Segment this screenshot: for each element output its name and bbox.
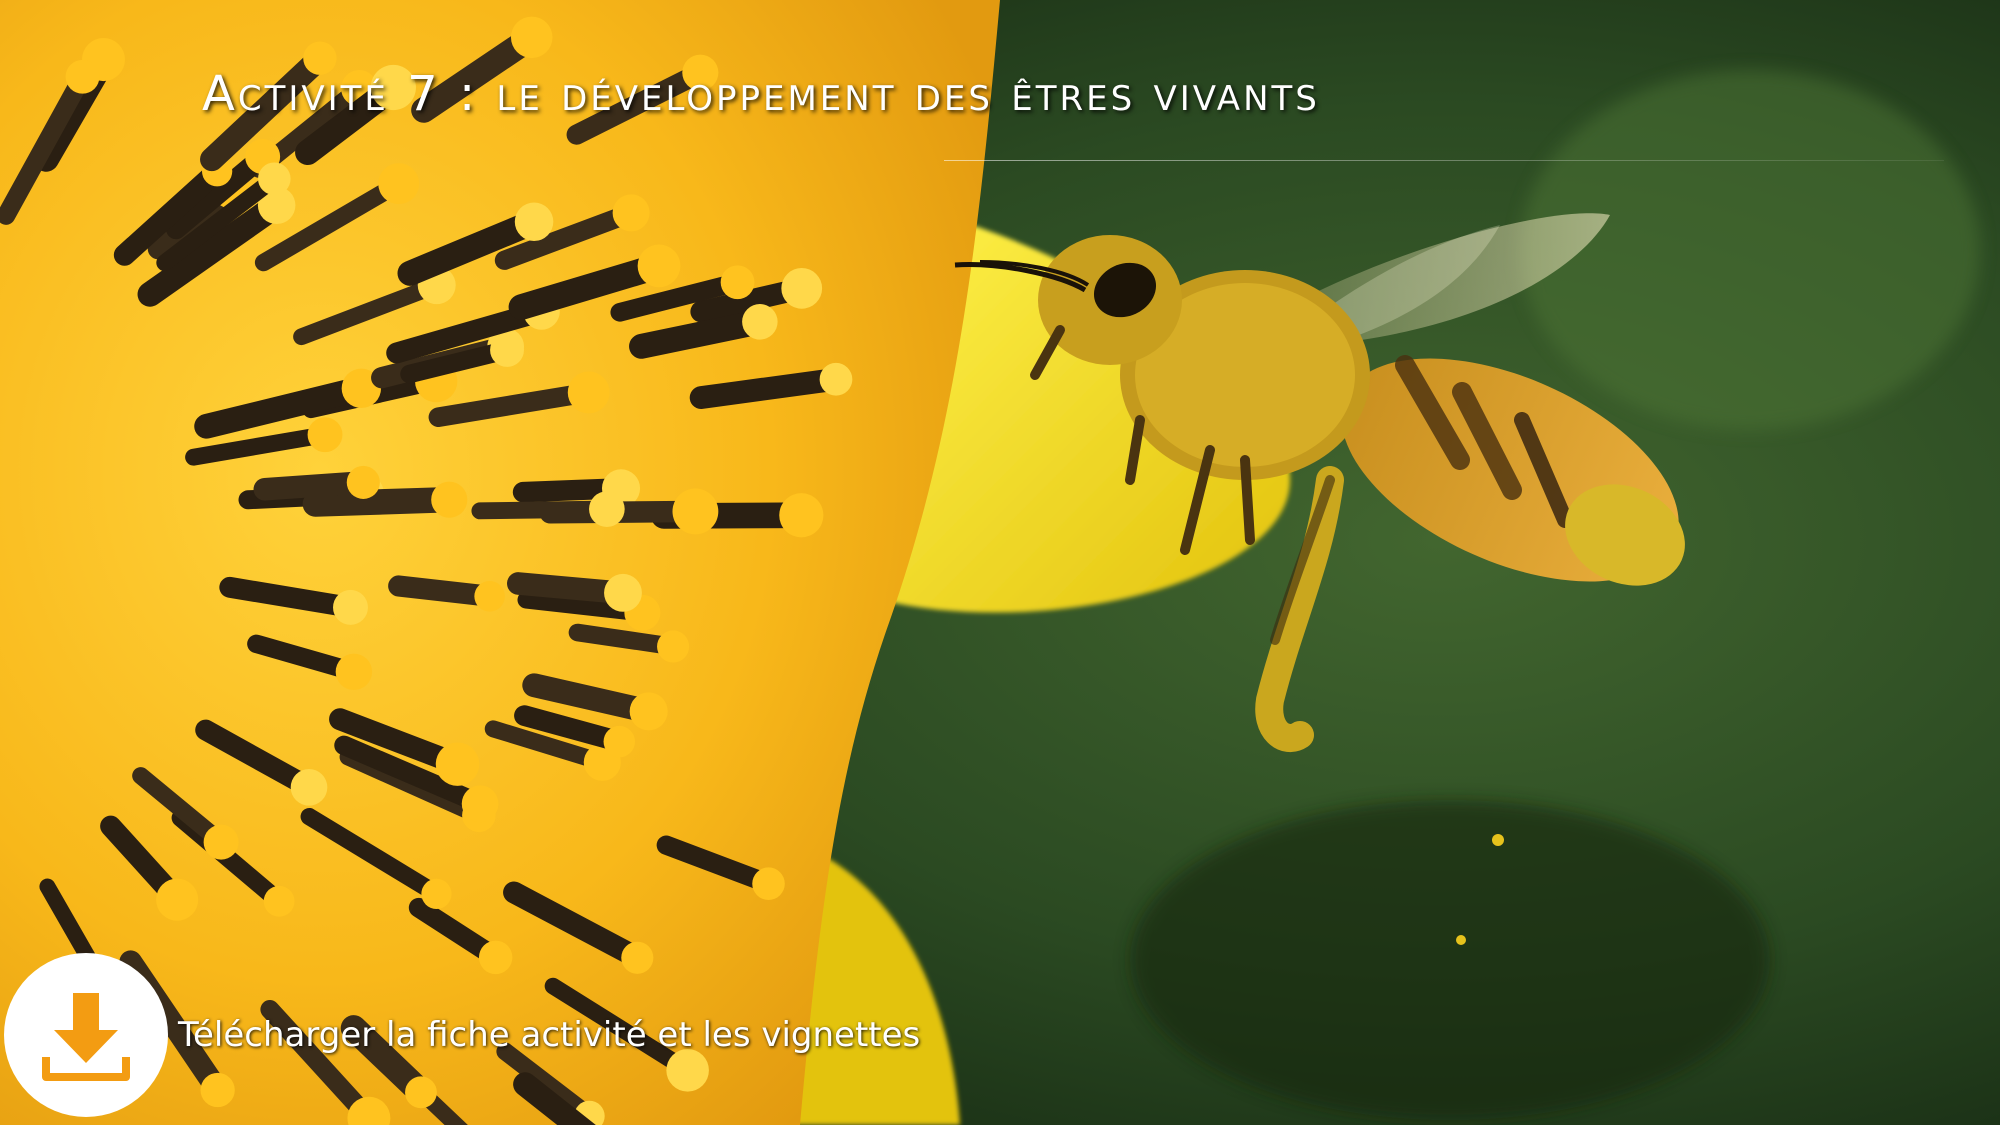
download-icon[interactable] <box>4 953 168 1117</box>
download-link[interactable]: Télécharger la fiche activité et les vig… <box>4 950 920 1120</box>
download-label[interactable]: Télécharger la fiche activité et les vig… <box>178 1015 920 1055</box>
slide: Activité 7 : le développement des êtres … <box>0 0 2000 1125</box>
title-underline <box>944 160 1944 161</box>
page-title: Activité 7 : le développement des êtres … <box>202 66 1320 122</box>
